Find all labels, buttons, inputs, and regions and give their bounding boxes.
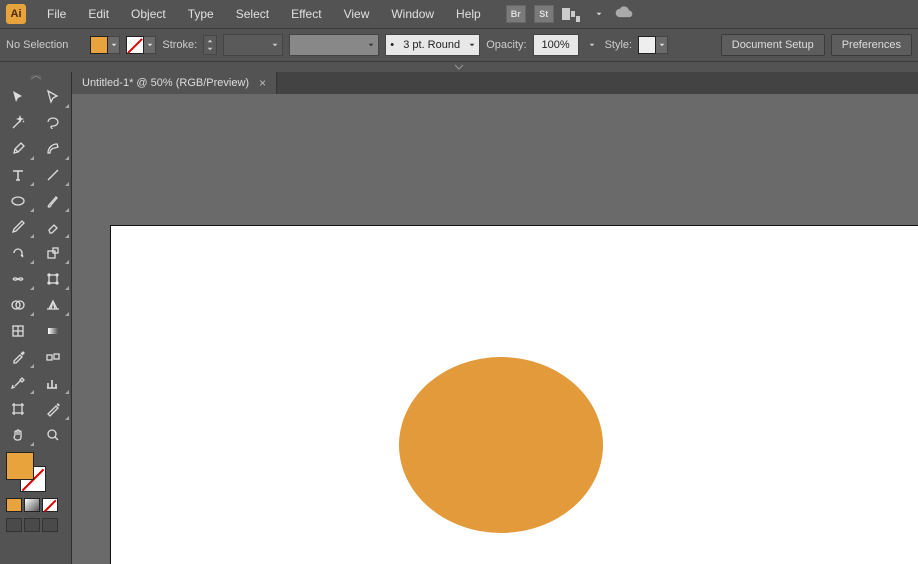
control-bar-handle[interactable] (0, 62, 918, 72)
document-tab-title: Untitled-1* @ 50% (RGB/Preview) (82, 77, 249, 89)
tool-paintbrush[interactable] (36, 188, 72, 214)
preferences-button[interactable]: Preferences (831, 34, 912, 56)
tool-zoom[interactable] (36, 422, 72, 448)
fill-color-box[interactable] (6, 452, 34, 480)
color-controls (0, 448, 71, 536)
control-bar: No Selection Stroke: • 3 pt. Round Opaci… (0, 28, 918, 62)
fill-stroke-indicator[interactable] (6, 452, 46, 492)
opacity-value: 100% (542, 39, 570, 51)
stroke-weight-stepper[interactable] (203, 35, 217, 55)
bridge-button[interactable]: Br (506, 5, 526, 23)
tool-symbol-sprayer[interactable] (0, 370, 36, 396)
tool-scale[interactable] (36, 240, 72, 266)
menu-help[interactable]: Help (447, 3, 490, 25)
color-mode-solid[interactable] (6, 498, 22, 512)
tool-artboard[interactable] (0, 396, 36, 422)
tool-perspective-grid[interactable] (36, 292, 72, 318)
tool-magic-wand[interactable] (0, 110, 36, 136)
app-logo: Ai (6, 4, 26, 24)
menu-select[interactable]: Select (227, 3, 278, 25)
tool-column-graph[interactable] (36, 370, 72, 396)
opacity-input[interactable]: 100% (533, 34, 579, 56)
tool-shape-builder[interactable] (0, 292, 36, 318)
menu-window[interactable]: Window (382, 3, 443, 25)
tool-free-transform[interactable] (36, 266, 72, 292)
tool-mesh[interactable] (0, 318, 36, 344)
tool-hand[interactable] (0, 422, 36, 448)
menu-effect[interactable]: Effect (282, 3, 330, 25)
opacity-label: Opacity: (486, 39, 526, 51)
draw-normal-icon[interactable] (6, 518, 22, 532)
tool-curvature[interactable] (36, 136, 72, 162)
stroke-dropdown-caret-icon (144, 36, 156, 54)
arrange-dropdown-caret-icon[interactable] (592, 3, 606, 25)
opacity-dropdown-caret-icon[interactable] (585, 34, 599, 56)
tool-rotate[interactable] (0, 240, 36, 266)
document-tab[interactable]: Untitled-1* @ 50% (RGB/Preview) × (72, 72, 277, 94)
canvas[interactable] (72, 94, 918, 564)
sync-settings-icon[interactable] (614, 5, 634, 24)
tool-lasso[interactable] (36, 110, 72, 136)
tool-selection[interactable] (0, 84, 36, 110)
stroke-swatch-dropdown[interactable] (126, 36, 156, 54)
stroke-swatch (126, 36, 144, 54)
document-tab-strip: Untitled-1* @ 50% (RGB/Preview) × (72, 72, 918, 94)
tool-line-segment[interactable] (36, 162, 72, 188)
fill-dropdown-caret-icon (108, 36, 120, 54)
tool-ellipse[interactable] (0, 188, 36, 214)
menu-object[interactable]: Object (122, 3, 175, 25)
profile-bullet-icon: • (390, 39, 394, 51)
stock-button[interactable]: St (534, 5, 554, 23)
selection-state-label: No Selection (6, 39, 68, 51)
draw-behind-icon[interactable] (24, 518, 40, 532)
brush-profile-value: 3 pt. Round (403, 39, 460, 51)
graphic-style-caret-icon (656, 36, 668, 54)
tool-direct-selection[interactable] (36, 84, 72, 110)
menu-type[interactable]: Type (179, 3, 223, 25)
tool-slice[interactable] (36, 396, 72, 422)
fill-swatch (90, 36, 108, 54)
tools-panel-grip[interactable] (0, 72, 71, 84)
document-area: Untitled-1* @ 50% (RGB/Preview) × (72, 72, 918, 564)
close-tab-icon[interactable]: × (259, 76, 266, 90)
stroke-weight-down-icon (204, 45, 216, 53)
menu-bar: Ai File Edit Object Type Select Effect V… (0, 0, 918, 28)
color-mode-none[interactable] (42, 498, 58, 512)
tool-eraser[interactable] (36, 214, 72, 240)
ellipse-shape[interactable] (399, 357, 603, 533)
tool-pen[interactable] (0, 136, 36, 162)
tool-width[interactable] (0, 266, 36, 292)
draw-inside-icon[interactable] (42, 518, 58, 532)
graphic-style-swatch (638, 36, 656, 54)
menu-edit[interactable]: Edit (79, 3, 118, 25)
stroke-label[interactable]: Stroke: (162, 39, 197, 51)
brush-profile-dropdown[interactable]: • 3 pt. Round (385, 34, 480, 56)
tool-eyedropper[interactable] (0, 344, 36, 370)
graphic-style-dropdown[interactable] (638, 36, 668, 54)
menu-file[interactable]: File (38, 3, 75, 25)
style-label: Style: (605, 39, 633, 51)
fill-swatch-dropdown[interactable] (90, 36, 120, 54)
tools-panel (0, 72, 72, 564)
document-setup-button[interactable]: Document Setup (721, 34, 825, 56)
brush-definition-dropdown[interactable] (289, 34, 379, 56)
tool-blend[interactable] (36, 344, 72, 370)
variable-width-profile-dropdown[interactable] (223, 34, 283, 56)
color-mode-gradient[interactable] (24, 498, 40, 512)
tool-type[interactable] (0, 162, 36, 188)
tool-gradient[interactable] (36, 318, 72, 344)
arrange-documents-icon[interactable] (562, 6, 584, 22)
stroke-weight-up-icon (204, 37, 216, 45)
tool-pencil[interactable] (0, 214, 36, 240)
menu-view[interactable]: View (335, 3, 379, 25)
